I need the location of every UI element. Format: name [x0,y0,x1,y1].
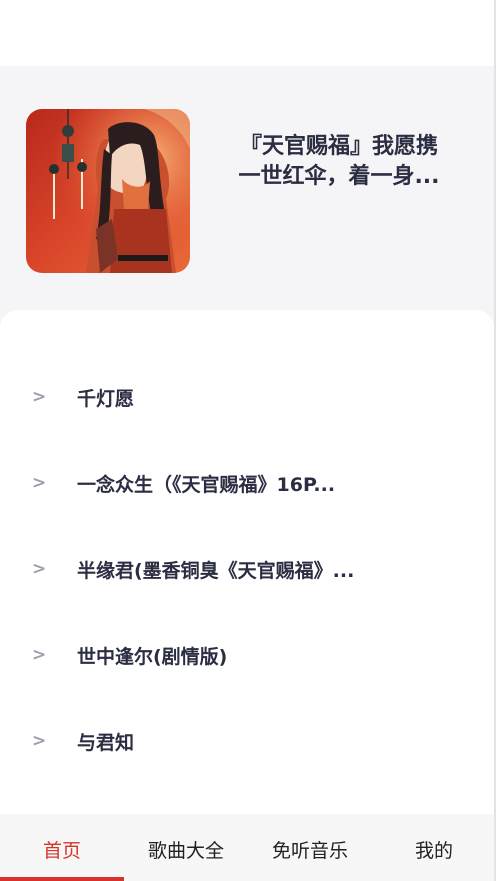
tab-home[interactable]: 首页 [0,814,124,881]
song-row[interactable]: > 与君知 [0,701,494,787]
cover-artwork [26,109,190,273]
chevron-right-icon: > [32,387,47,407]
song-list: > 千灯愿 > 一念众生（《天官赐福》16P... > 半缘君(墨香铜臭《天官赐… [0,357,494,787]
playlist-title: 『天官赐福』我愿携 一世红伞，着一身... [214,132,464,192]
song-name: 千灯愿 [77,388,135,410]
tab-mine[interactable]: 我的 [372,814,496,881]
song-row[interactable]: > 一念众生（《天官赐福》16P... [0,443,494,529]
tab-free-music[interactable]: 免听音乐 [248,814,372,881]
chevron-right-icon: > [32,559,47,579]
chevron-right-icon: > [32,645,47,665]
song-row[interactable]: > 半缘君(墨香铜臭《天官赐福》... [0,529,494,615]
song-row[interactable]: > 世中逢尔(剧情版) [0,615,494,701]
song-row[interactable]: > 千灯愿 [0,357,494,443]
tab-home-label: 首页 [42,840,81,862]
tab-song-library[interactable]: 歌曲大全 [124,814,248,881]
chevron-right-icon: > [32,473,47,493]
song-name: 与君知 [77,732,135,754]
app-screen: 『天官赐福』我愿携 一世红伞，着一身... > 千灯愿 > 一念众生（《天官赐福… [0,0,496,881]
playlist-title-line-1: 『天官赐福』我愿携 [239,134,438,159]
bottom-tab-bar: 首页 歌曲大全 免听音乐 我的 [0,814,496,881]
playlist-header: 『天官赐福』我愿携 一世红伞，着一身... [0,66,496,326]
song-list-panel: > 千灯愿 > 一念众生（《天官赐福》16P... > 半缘君(墨香铜臭《天官赐… [0,310,494,815]
song-name: 世中逢尔(剧情版) [77,646,228,668]
tab-free-music-label: 免听音乐 [271,840,348,862]
song-name: 半缘君(墨香铜臭《天官赐福》... [77,560,355,582]
active-tab-indicator [0,877,124,881]
status-area [0,0,496,66]
tab-song-library-label: 歌曲大全 [147,840,224,862]
tab-mine-label: 我的 [414,840,453,862]
song-name: 一念众生（《天官赐福》16P... [77,474,336,496]
playlist-title-line-2: 一世红伞，着一身... [238,164,440,189]
playlist-cover-image[interactable] [26,109,190,273]
chevron-right-icon: > [32,731,47,751]
